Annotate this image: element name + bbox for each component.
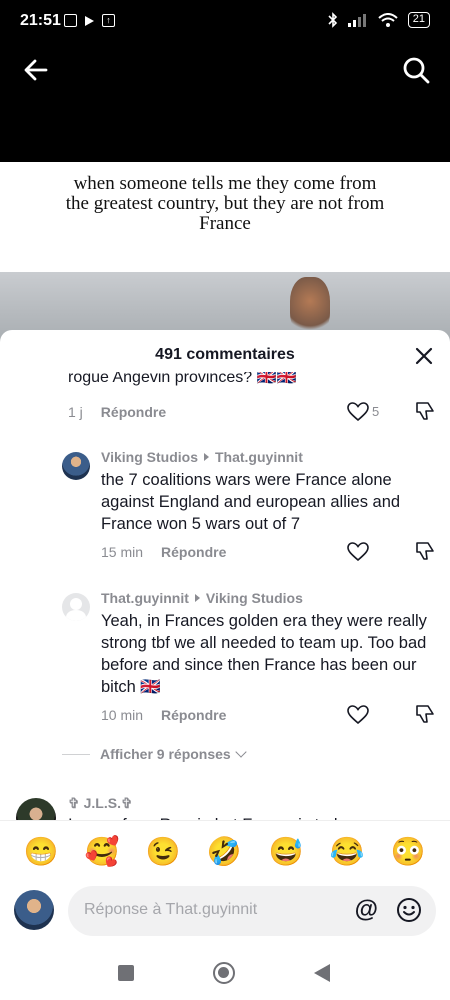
status-notification-icons: ↑ [64, 14, 115, 27]
wifi-icon [378, 13, 398, 27]
recent-apps-button[interactable] [118, 965, 134, 981]
close-icon[interactable] [412, 344, 436, 368]
reply-to-arrow-icon [194, 594, 200, 602]
emoji-joy[interactable]: 😂 [329, 835, 365, 869]
reply-author[interactable]: Viking Studios That.guyinnit [101, 449, 303, 465]
my-avatar [14, 890, 54, 930]
search-icon[interactable] [400, 54, 432, 86]
emoji-picker-icon[interactable] [396, 897, 422, 923]
reply-to-name[interactable]: That.guyinnit [215, 449, 303, 465]
reply-input-row: Réponse à That.guyinnit @ [0, 886, 450, 946]
status-bar: 21:51 ↑ 21 [0, 0, 450, 44]
status-time: 21:51 [20, 12, 61, 29]
home-button[interactable] [213, 962, 235, 984]
status-system-icons: 21 [328, 12, 430, 28]
upload-notification-icon: ↑ [102, 14, 115, 27]
show-more-replies-label[interactable]: Afficher 9 réponses [100, 746, 231, 762]
reply-time: 15 min [101, 544, 144, 560]
heart-icon[interactable] [347, 705, 369, 725]
show-more-replies-button[interactable]: Afficher 9 réponses [62, 746, 247, 762]
video-caption: when someone tells me they come from the… [65, 173, 385, 234]
reply-button[interactable]: Répondre [161, 544, 226, 560]
author-name[interactable]: That.guyinnit [101, 590, 189, 606]
comment-text: rogue Angevin provinces? 🇬🇧🇬🇧 [68, 372, 297, 386]
system-back-button[interactable] [314, 964, 330, 982]
emoji-grin[interactable]: 😁 [23, 835, 59, 869]
like-count: 5 [372, 404, 380, 419]
bluetooth-icon [328, 12, 337, 28]
reply-button[interactable]: Répondre [101, 404, 166, 420]
heart-icon[interactable] [347, 402, 369, 422]
reply-text: Yeah, in Frances golden era they were re… [101, 612, 427, 696]
avatar[interactable] [62, 452, 90, 480]
chevron-down-icon [235, 746, 247, 758]
reply-text: the 7 coalitions wars were France alone … [101, 471, 401, 533]
reply-input[interactable]: Réponse à That.guyinnit @ [68, 886, 436, 936]
reply-author[interactable]: That.guyinnit Viking Studios [101, 590, 303, 606]
video-figure [290, 277, 330, 337]
reply-to-name[interactable]: Viking Studios [206, 590, 303, 606]
comment-time: 1 j [68, 404, 83, 420]
comments-sheet: 491 commentaires rogue Angevin provinces… [0, 330, 450, 1000]
dislike-icon[interactable] [414, 400, 436, 422]
reply-meta: 10 min Répondre [101, 707, 226, 723]
reply-time: 10 min [101, 707, 144, 723]
play-notification-icon [85, 15, 94, 26]
system-navigation-bar [0, 944, 450, 1000]
back-arrow-icon[interactable] [20, 54, 52, 86]
dislike-icon[interactable] [414, 540, 436, 562]
emoji-sweat-smile[interactable]: 😅 [268, 835, 304, 869]
calendar-notification-icon [64, 14, 77, 27]
emoji-rofl[interactable]: 🤣 [206, 835, 242, 869]
reply-meta: 15 min Répondre [101, 544, 226, 560]
cell-signal-icon [347, 14, 366, 27]
video-preview[interactable]: when someone tells me they come from the… [0, 162, 450, 342]
comment-author[interactable]: ✞ J.L.S.✞ [68, 795, 133, 812]
author-name[interactable]: Viking Studios [101, 449, 198, 465]
heart-icon[interactable] [347, 542, 369, 562]
dislike-icon[interactable] [414, 703, 436, 725]
reply-to-arrow-icon [203, 453, 209, 461]
emoji-smiling-hearts[interactable]: 🥰 [84, 835, 120, 869]
emoji-wink[interactable]: 😉 [145, 835, 181, 869]
reply-input-placeholder: Réponse à That.guyinnit [84, 901, 258, 918]
comment-meta: 1 j Répondre [68, 404, 166, 420]
avatar[interactable] [62, 593, 90, 621]
emoji-quick-bar: 😁 🥰 😉 🤣 😅 😂 😳 [0, 820, 450, 886]
top-bar [0, 44, 450, 162]
reply-button[interactable]: Répondre [161, 707, 226, 723]
mention-button[interactable]: @ [355, 897, 378, 923]
emoji-flushed[interactable]: 😳 [390, 835, 426, 869]
divider [62, 753, 90, 755]
comments-count-title: 491 commentaires [155, 346, 295, 363]
battery-icon: 21 [407, 12, 430, 28]
